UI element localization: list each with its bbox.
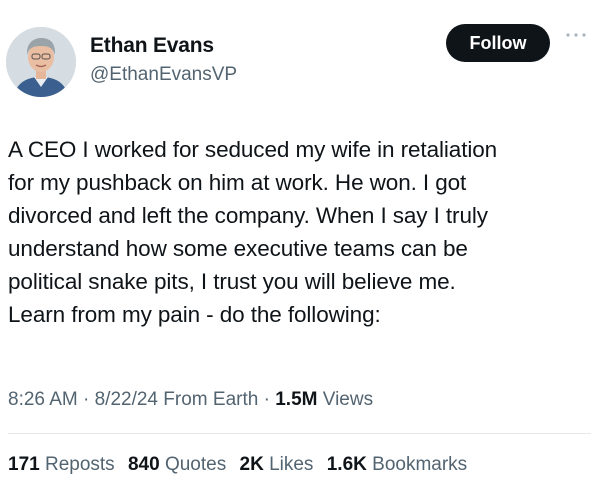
profile-photo-icon [6, 27, 76, 97]
bookmarks-label: Bookmarks [372, 454, 468, 475]
reposts-label: Reposts [44, 454, 115, 475]
quotes-label: Quotes [164, 454, 227, 475]
author-handle[interactable]: @EthanEvansVP [90, 64, 237, 86]
post-source: From Earth [158, 389, 259, 410]
post-text-line: Learn from my pain - do the following: [8, 302, 381, 327]
post-text-line: political snake pits, I trust you will b… [8, 269, 456, 294]
divider [8, 433, 591, 434]
follow-button[interactable]: Follow [446, 24, 550, 62]
post-text-line: for my pushback on him at work. He won. … [8, 170, 467, 195]
post-date[interactable]: 8/22/24 [95, 389, 158, 410]
author-name[interactable]: Ethan Evans [90, 34, 214, 58]
more-dots-icon[interactable] [563, 28, 589, 42]
bookmarks-stat[interactable]: 1.6K Bookmarks [327, 454, 467, 475]
avatar[interactable] [6, 27, 76, 97]
views-count[interactable]: 1.5M [275, 389, 317, 410]
post-time[interactable]: 8:26 AM [8, 389, 78, 410]
post-text: A CEO I worked for seduced my wife in re… [8, 133, 593, 331]
quotes-count: 840 [127, 454, 160, 475]
likes-label: Likes [269, 454, 314, 475]
meta-separator: · [77, 389, 95, 410]
reposts-count: 171 [8, 454, 40, 475]
post-text-line: understand how some executive teams can … [8, 236, 468, 261]
meta-separator: · [258, 389, 276, 410]
reposts-stat[interactable]: 171 Reposts [8, 454, 115, 475]
likes-stat[interactable]: 2K Likes [240, 454, 314, 475]
engagement-stats: 171 Reposts 840 Quotes 2K Likes 1.6K Boo… [8, 454, 475, 476]
views-label[interactable]: Views [317, 389, 373, 410]
post-text-line: divorced and left the company. When I sa… [8, 203, 488, 228]
bookmarks-count: 1.6K [326, 454, 367, 475]
post-meta: 8:26 AM · 8/22/24 From Earth · 1.5M View… [8, 389, 373, 411]
post-header: Ethan Evans @EthanEvansVP Follow [0, 0, 599, 110]
likes-count: 2K [239, 454, 264, 475]
quotes-stat[interactable]: 840 Quotes [128, 454, 226, 475]
post-text-line: A CEO I worked for seduced my wife in re… [8, 137, 498, 162]
